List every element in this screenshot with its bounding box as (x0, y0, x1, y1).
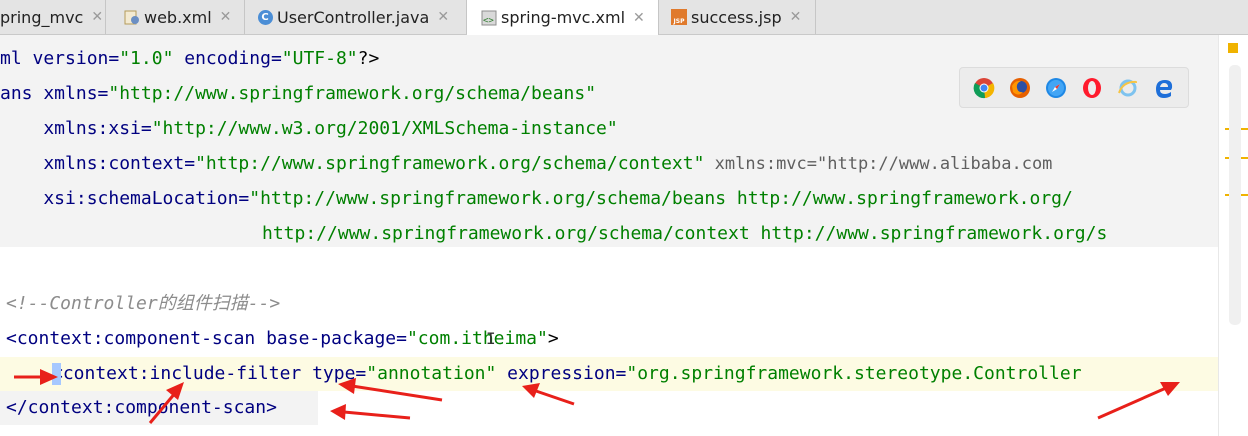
code-line-2: ans xmlns="http://www.springframework.or… (0, 77, 596, 111)
open-in-browser-bar (959, 67, 1189, 108)
include-filter-tag: <context:include-filter type= (52, 363, 367, 384)
code-line-component-scan: <context:component-scan base-package="co… (6, 322, 559, 356)
editor-tab-bar: pring_mvc ✕ web.xml ✕ C UserController.j… (0, 0, 1248, 35)
scrollbar-thumb[interactable] (1229, 65, 1241, 325)
xsi-value: "http://www.w3.org/2001/XMLSchema-instan… (151, 118, 618, 139)
expression-value: "org.springframework.stereotype.Controll… (626, 363, 1082, 384)
xml-decl-encoding-attr: encoding= (173, 48, 282, 69)
ie-icon[interactable] (1117, 77, 1139, 99)
mvc-namespace-text: xmlns:mvc="http://www.alibaba.com (704, 154, 1053, 174)
tab-success-jsp[interactable]: JSP success.jsp ✕ (659, 0, 816, 34)
code-line-5: xsi:schemaLocation="http://www.springfra… (0, 182, 1073, 216)
tab-label: spring-mvc.xml (501, 8, 626, 27)
tab-web-xml[interactable]: web.xml ✕ (106, 0, 245, 34)
code-line-4: xmlns:context="http://www.springframewor… (0, 147, 1052, 181)
analysis-status-icon[interactable] (1228, 43, 1238, 53)
context-value: "http://www.springframework.org/schema/c… (195, 153, 705, 174)
tab-spring-mvc-xml[interactable]: <> spring-mvc.xml ✕ (467, 0, 659, 35)
expression-attr: expression= (496, 363, 627, 384)
text-caret (52, 363, 61, 385)
chrome-icon[interactable] (973, 77, 995, 99)
tab-label: success.jsp (691, 7, 782, 27)
close-icon[interactable]: ✕ (790, 9, 802, 25)
component-scan-open-tag: <context:component-scan base-package= (6, 328, 407, 349)
code-line-include-filter: <context:include-filter type="annotation… (52, 357, 1082, 391)
svg-text:<>: <> (483, 16, 494, 26)
tab-label: web.xml (144, 7, 212, 27)
xsi-attr: xmlns:xsi= (0, 118, 152, 139)
code-line-close-scan: </context:component-scan> (6, 391, 277, 425)
jsp-icon: JSP (671, 9, 687, 25)
base-package-value: "com.itheima" (406, 328, 548, 349)
schema-location-value: "http://www.springframework.org/schema/b… (249, 188, 1073, 209)
error-stripe-gutter[interactable] (1218, 35, 1248, 436)
close-icon[interactable]: ✕ (437, 9, 449, 25)
tag-close-bracket: > (547, 328, 559, 349)
edge-icon[interactable] (1153, 77, 1175, 99)
safari-icon[interactable] (1045, 77, 1067, 99)
component-scan-close-tag: </context:component-scan> (6, 397, 277, 418)
code-line-6: http://www.springframework.org/schema/co… (262, 217, 1107, 251)
xml-decl-end: ?> (357, 48, 380, 69)
tab-user-controller[interactable]: C UserController.java ✕ (245, 0, 467, 34)
xml-decl-version: "1.0" (119, 48, 174, 69)
web-xml-icon (124, 9, 140, 25)
xml-decl-name: ml version= (0, 48, 120, 69)
schema-location-continued: http://www.springframework.org/schema/co… (262, 223, 1108, 244)
code-line-comment: <!--Controller的组件扫描--> (6, 287, 280, 321)
opera-icon[interactable] (1081, 77, 1103, 99)
close-icon[interactable]: ✕ (91, 9, 103, 25)
mouse-cursor-icon: I (486, 329, 496, 348)
xml-decl-encoding: "UTF-8" (281, 48, 358, 69)
beans-xmlns-value: "http://www.springframework.org/schema/b… (108, 83, 597, 104)
tab-pring-mvc[interactable]: pring_mvc ✕ (0, 0, 106, 34)
type-value: "annotation" (366, 363, 497, 384)
class-icon: C (257, 9, 273, 25)
firefox-icon[interactable] (1009, 77, 1031, 99)
tab-label: pring_mvc (0, 7, 84, 27)
controller-scan-comment: <!--Controller的组件扫描--> (6, 293, 281, 314)
xml-file-icon: <> (481, 10, 497, 26)
close-icon[interactable]: ✕ (220, 9, 232, 25)
tab-label: UserController.java (277, 7, 430, 27)
close-icon[interactable]: ✕ (633, 10, 645, 26)
context-attr: xmlns:context= (0, 153, 196, 174)
schema-location-attr: xsi:schemaLocation= (0, 188, 250, 209)
code-line-1: ml version="1.0" encoding="UTF-8"?> (0, 42, 379, 76)
code-line-3: xmlns:xsi="http://www.w3.org/2001/XMLSch… (0, 112, 618, 146)
beans-open-tag: ans xmlns= (0, 83, 109, 104)
